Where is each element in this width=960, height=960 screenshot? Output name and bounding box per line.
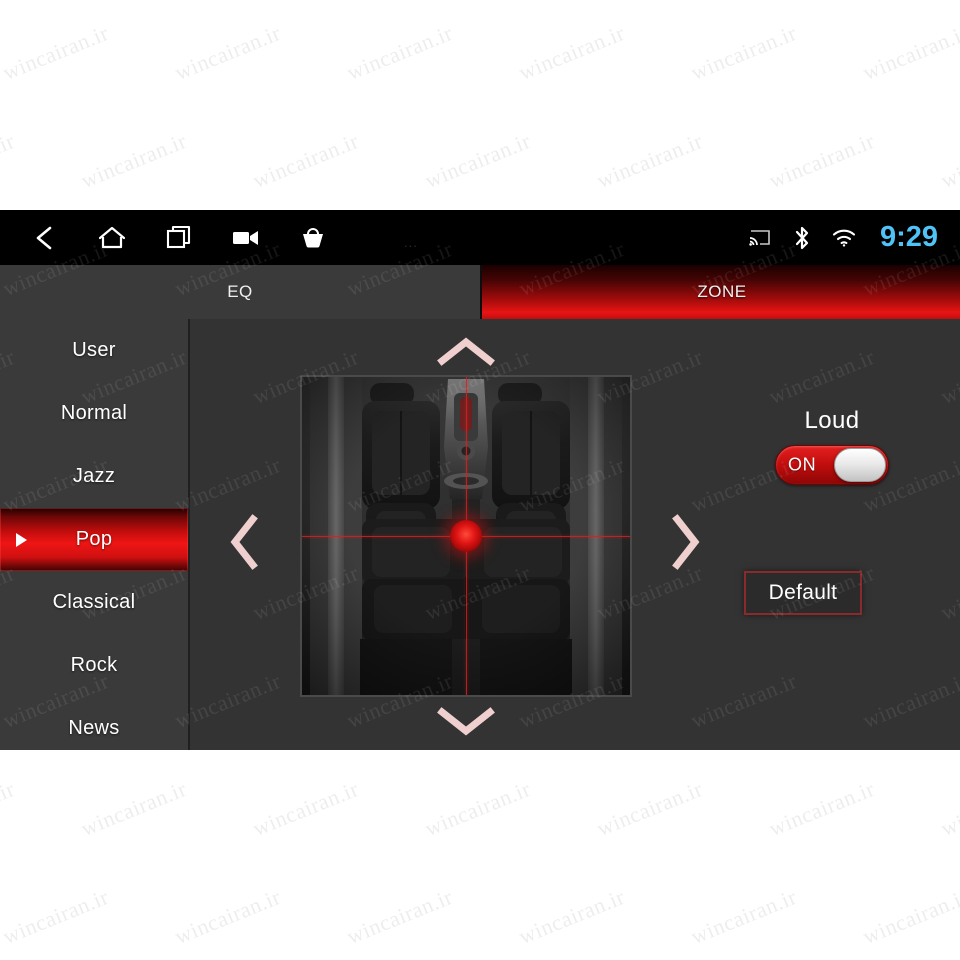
overflow-dots: ... bbox=[404, 235, 418, 250]
zone-left-arrow[interactable] bbox=[224, 512, 264, 572]
tab-zone[interactable]: ZONE bbox=[480, 265, 960, 319]
watermark-text: wincairan.ir bbox=[937, 128, 960, 194]
default-button-label: Default bbox=[768, 581, 838, 604]
watermark-text: wincairan.ir bbox=[859, 20, 960, 86]
watermark-text: wincairan.ir bbox=[687, 884, 801, 950]
cast-icon bbox=[748, 226, 772, 250]
watermark-text: wincairan.ir bbox=[0, 128, 19, 194]
car-interior-zone-map[interactable] bbox=[300, 375, 632, 697]
watermark-text: wincairan.ir bbox=[593, 128, 707, 194]
sidebar-item-label: User bbox=[72, 339, 116, 361]
tab-bar: EQ ZONE bbox=[0, 265, 960, 321]
watermark-text: wincairan.ir bbox=[77, 776, 191, 842]
loud-toggle[interactable]: ON bbox=[775, 445, 889, 485]
screenshot-canvas: ... 9:29 EQ ZONE User Normal Jazz Pop Cl… bbox=[0, 0, 960, 960]
watermark-text: wincairan.ir bbox=[515, 884, 629, 950]
video-camera-icon[interactable] bbox=[231, 223, 261, 253]
watermark-text: wincairan.ir bbox=[421, 128, 535, 194]
recents-icon[interactable] bbox=[164, 223, 194, 253]
watermark-text: wincairan.ir bbox=[859, 884, 960, 950]
watermark-text: wincairan.ir bbox=[515, 20, 629, 86]
watermark-text: wincairan.ir bbox=[0, 884, 113, 950]
sidebar-item-classical[interactable]: Classical bbox=[0, 571, 188, 634]
eq-preset-list: User Normal Jazz Pop Classical Rock News bbox=[0, 319, 190, 750]
watermark-text: wincairan.ir bbox=[77, 128, 191, 194]
status-bar: ... 9:29 bbox=[0, 210, 960, 265]
sidebar-item-label: News bbox=[68, 717, 120, 739]
watermark-text: wincairan.ir bbox=[171, 20, 285, 86]
zone-right-arrow[interactable] bbox=[666, 512, 706, 572]
navigation-bar bbox=[30, 210, 328, 265]
home-icon[interactable] bbox=[97, 223, 127, 253]
status-indicators: 9:29 bbox=[748, 210, 938, 265]
watermark-text: wincairan.ir bbox=[421, 776, 535, 842]
sidebar-item-label: Jazz bbox=[72, 465, 116, 487]
sidebar-item-label: Rock bbox=[70, 654, 118, 676]
watermark-text: wincairan.ir bbox=[343, 20, 457, 86]
tab-zone-label: ZONE bbox=[697, 282, 747, 301]
loud-toggle-state: ON bbox=[788, 454, 817, 475]
tab-eq[interactable]: EQ bbox=[0, 265, 480, 321]
watermark-text: wincairan.ir bbox=[593, 776, 707, 842]
bluetooth-icon bbox=[790, 226, 814, 250]
toggle-knob[interactable] bbox=[834, 448, 886, 482]
zone-down-arrow[interactable] bbox=[432, 703, 500, 739]
zone-focus-point[interactable] bbox=[450, 520, 482, 552]
sidebar-item-rock[interactable]: Rock bbox=[0, 634, 188, 697]
sidebar-item-news[interactable]: News bbox=[0, 697, 188, 750]
content-area: User Normal Jazz Pop Classical Rock News… bbox=[0, 319, 960, 750]
sidebar-item-user[interactable]: User bbox=[0, 319, 188, 382]
sidebar-item-jazz[interactable]: Jazz bbox=[0, 445, 188, 508]
watermark-text: wincairan.ir bbox=[687, 20, 801, 86]
loud-label: Loud bbox=[804, 407, 860, 434]
sidebar-item-pop[interactable]: Pop bbox=[0, 508, 188, 571]
watermark-text: wincairan.ir bbox=[249, 128, 363, 194]
wifi-icon bbox=[832, 226, 856, 250]
sidebar-item-label: Classical bbox=[52, 591, 136, 613]
zone-up-arrow[interactable] bbox=[432, 333, 500, 369]
caret-right-icon bbox=[16, 532, 27, 547]
sidebar-item-normal[interactable]: Normal bbox=[0, 382, 188, 445]
watermark-text: wincairan.ir bbox=[249, 776, 363, 842]
watermark-text: wincairan.ir bbox=[937, 776, 960, 842]
default-button[interactable]: Default bbox=[744, 571, 862, 615]
back-icon[interactable] bbox=[30, 223, 60, 253]
head-unit-screen: ... 9:29 EQ ZONE User Normal Jazz Pop Cl… bbox=[0, 210, 960, 750]
watermark-text: wincairan.ir bbox=[0, 776, 19, 842]
sidebar-item-label: Pop bbox=[75, 528, 113, 550]
tab-eq-label: EQ bbox=[227, 282, 253, 301]
zone-stage: Loud ON Default bbox=[188, 319, 960, 750]
sidebar-item-label: Normal bbox=[60, 402, 128, 424]
watermark-text: wincairan.ir bbox=[171, 884, 285, 950]
loud-control: Loud ON bbox=[742, 407, 922, 485]
watermark-text: wincairan.ir bbox=[343, 884, 457, 950]
watermark-text: wincairan.ir bbox=[765, 776, 879, 842]
basket-icon[interactable] bbox=[298, 223, 328, 253]
watermark-text: wincairan.ir bbox=[0, 20, 113, 86]
watermark-text: wincairan.ir bbox=[765, 128, 879, 194]
clock: 9:29 bbox=[879, 221, 938, 253]
